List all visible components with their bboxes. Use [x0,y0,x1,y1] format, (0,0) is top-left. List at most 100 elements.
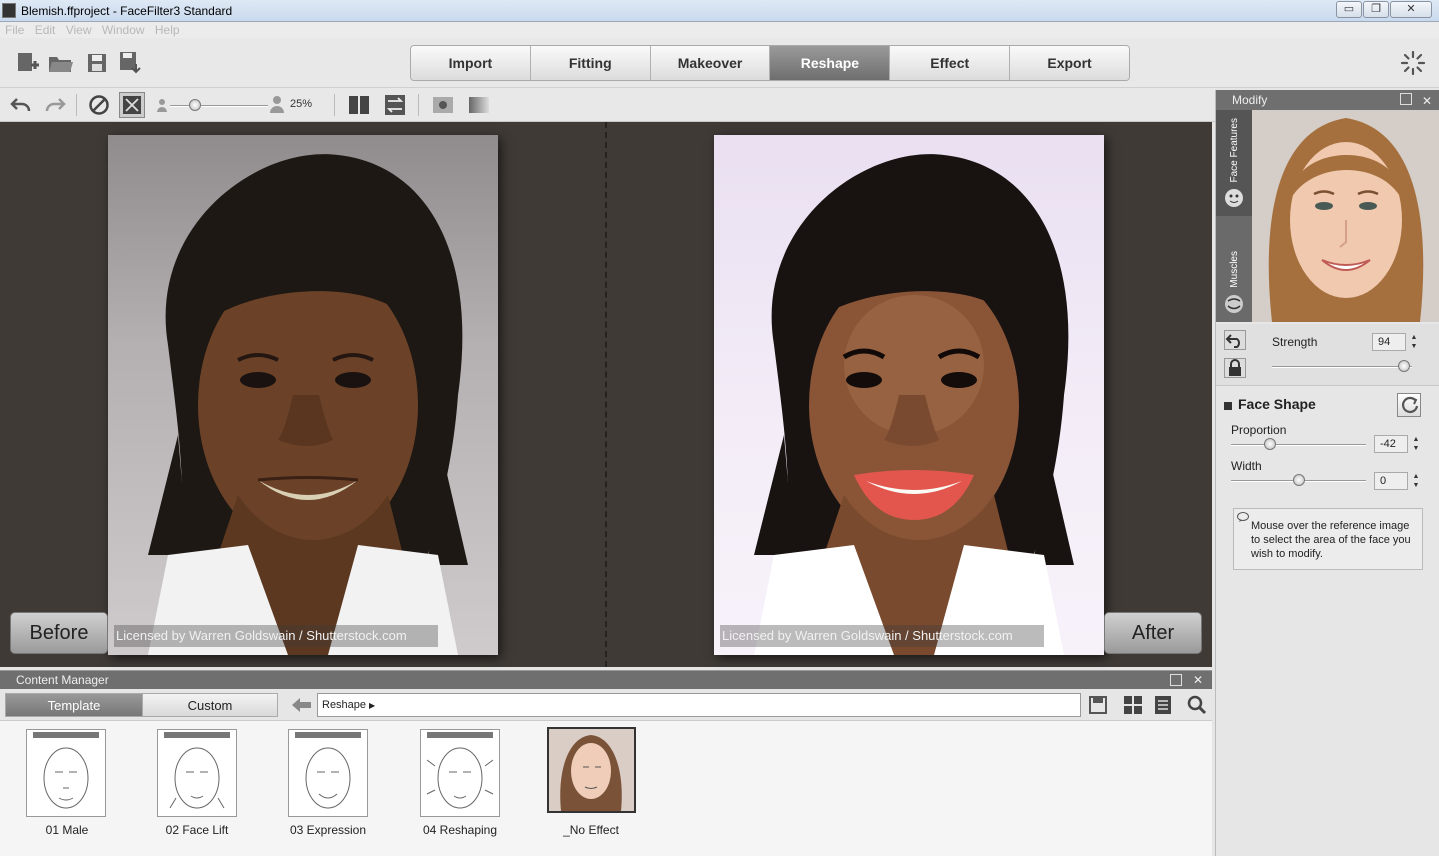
fit-to-window-icon[interactable] [119,92,145,118]
breadcrumb-reshape[interactable]: Reshape [322,699,366,711]
template-label-02-face-lift: 02 Face Lift [165,823,229,837]
undock-icon[interactable] [1170,674,1182,686]
tab-effect[interactable]: Effect [890,46,1011,80]
tab-fitting[interactable]: Fitting [530,46,651,80]
toolbar-divider [418,94,419,116]
tab-face-features-label: Face Features [1228,117,1240,182]
mask-view-icon[interactable] [430,92,456,118]
menu-bar: File Edit View Window Help [0,22,1439,38]
list-view-icon[interactable] [1153,695,1173,715]
split-divider[interactable] [605,122,607,667]
path-breadcrumb[interactable]: Reshape ▶ [317,693,1081,717]
close-window-button[interactable]: ✕ [1390,1,1432,18]
restore-button[interactable]: ❐ [1363,1,1389,18]
strength-slider-track[interactable] [1272,366,1412,368]
hint-text: Mouse over the reference image to select… [1251,520,1411,560]
before-label: Before [10,612,108,654]
save-icon[interactable] [84,50,110,76]
breadcrumb-arrow-icon: ▶ [369,701,376,710]
muscles-icon [1225,295,1243,313]
window-title: Blemish.ffproject - FaceFilter3 Standard [21,4,233,18]
width-slider-thumb[interactable] [1292,474,1305,486]
reset-face-shape-icon[interactable] [1397,393,1421,417]
face-shape-title: Face Shape [1238,396,1316,412]
minimize-button[interactable]: ▭ [1336,1,1362,18]
before-portrait-illustration [148,154,468,655]
save-template-icon[interactable] [1088,695,1108,715]
menu-edit[interactable]: Edit [35,22,56,38]
lock-icon[interactable] [1224,358,1246,378]
split-view-icon[interactable] [346,92,372,118]
template-label-03-expression: 03 Expression [289,823,367,837]
template-label-01-male: 01 Male [45,823,89,837]
zoom-level-text: 25% [290,98,313,110]
template-thumb-03-expression[interactable] [288,729,368,817]
toolbar-divider [76,94,77,116]
undock-icon[interactable] [1400,93,1412,105]
proportion-spinner[interactable]: ▲ ▼ [1410,435,1422,453]
modify-panel-header: Modify ✕ [1216,90,1439,110]
template-thumb-02-face-lift[interactable] [157,729,237,817]
after-watermark: Licensed by Warren Goldswain / Shutterst… [720,625,1044,647]
tab-export[interactable]: Export [1010,46,1129,80]
tab-makeover[interactable]: Makeover [650,46,771,80]
strength-slider-thumb[interactable] [1397,360,1410,372]
strength-spinner[interactable]: ▲ ▼ [1408,333,1420,351]
template-label-04-reshaping: 04 Reshaping [422,823,498,837]
template-thumb-01-male[interactable] [26,729,106,817]
gradient-view-icon[interactable] [466,92,492,118]
after-photo[interactable]: Licensed by Warren Goldswain / Shutterst… [714,135,1104,655]
tab-muscles[interactable]: Muscles [1216,216,1252,322]
template-thumb-no-effect[interactable] [547,727,636,813]
expression-sketch-icon [295,732,361,809]
strength-input[interactable]: 94 [1372,333,1406,351]
new-project-icon[interactable] [14,50,40,76]
reset-strength-icon[interactable] [1224,330,1246,350]
redo-icon[interactable] [42,92,68,118]
section-bullet-icon [1224,402,1232,410]
reference-face-illustration [1252,110,1439,322]
menu-window[interactable]: Window [102,22,145,38]
grid-view-icon[interactable] [1123,695,1143,715]
reshaping-sketch-icon [426,732,494,809]
close-panel-icon[interactable]: ✕ [1193,671,1203,689]
search-icon[interactable] [1187,695,1207,715]
proportion-input[interactable]: -42 [1374,435,1408,453]
view-toolbar: 25% [0,88,1215,122]
close-panel-icon[interactable]: ✕ [1422,91,1432,111]
width-label: Width [1231,459,1262,473]
menu-file[interactable]: File [5,22,24,38]
modify-panel-title: Modify [1232,93,1268,107]
after-label: After [1104,612,1202,654]
tab-face-features[interactable]: Face Features [1216,110,1252,216]
tab-custom[interactable]: Custom [142,693,278,717]
hint-box: Mouse over the reference image to select… [1233,508,1423,570]
reference-face-image[interactable] [1252,110,1439,322]
zoom-slider-track[interactable] [170,105,268,107]
no-effect-icon[interactable] [86,92,112,118]
tab-import[interactable]: Import [411,46,531,80]
menu-help[interactable]: Help [155,22,180,38]
content-manager-header: Content Manager ✕ [0,671,1212,689]
proportion-slider-thumb[interactable] [1264,438,1277,450]
tab-reshape[interactable]: Reshape [770,46,891,80]
busy-spinner-icon [1400,50,1426,76]
before-photo[interactable]: Licensed by Warren Goldswain / Shutterst… [108,135,498,655]
open-folder-icon[interactable] [48,50,74,76]
undo-icon[interactable] [8,92,34,118]
face-features-icon [1225,189,1243,207]
swap-view-icon[interactable] [382,92,408,118]
save-as-icon[interactable] [118,50,144,76]
menu-view[interactable]: View [66,22,92,38]
tab-template[interactable]: Template [5,693,143,717]
male-face-sketch-icon [33,732,99,809]
template-thumb-04-reshaping[interactable] [420,729,500,817]
strength-label: Strength [1272,335,1318,349]
face-lift-sketch-icon [164,732,230,809]
width-input[interactable]: 0 [1374,472,1408,490]
main-toolbar: Import Fitting Makeover Reshape Effect E… [0,38,1439,88]
width-spinner[interactable]: ▲ ▼ [1410,472,1422,490]
zoom-slider-thumb[interactable] [188,99,201,111]
back-arrow-icon[interactable] [290,696,312,714]
proportion-slider-track[interactable] [1231,444,1366,446]
